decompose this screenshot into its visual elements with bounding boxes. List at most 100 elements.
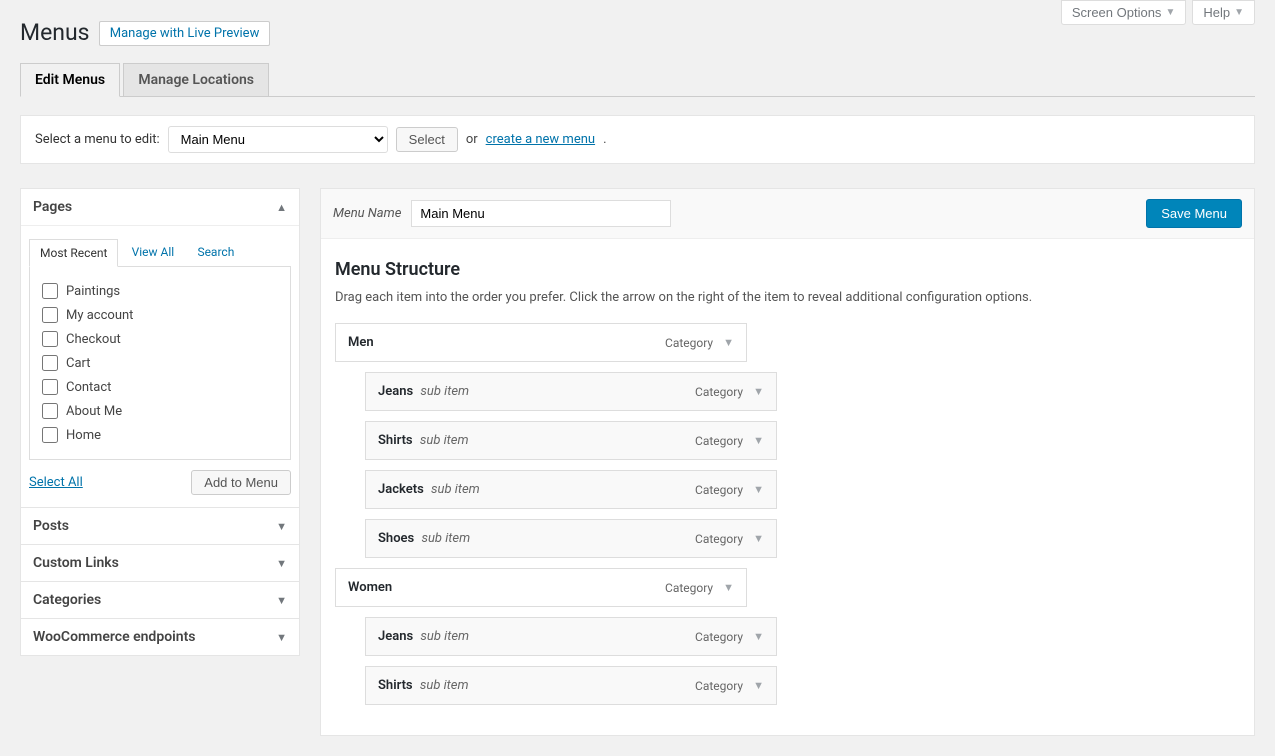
menu-item[interactable]: Shoes sub itemCategory▼: [365, 519, 777, 558]
menu-item[interactable]: Jeans sub itemCategory▼: [365, 617, 777, 656]
page-check-item[interactable]: Home: [42, 423, 278, 447]
tab-edit-menus[interactable]: Edit Menus: [20, 63, 120, 97]
menu-select[interactable]: Main Menu: [168, 126, 388, 153]
postbox-woo-header[interactable]: WooCommerce endpoints▼: [21, 619, 299, 655]
screen-options-label: Screen Options: [1072, 5, 1162, 20]
postbox-pages-title: Pages: [33, 199, 72, 215]
page-check-label: Home: [66, 428, 101, 443]
page-check-label: Contact: [66, 380, 111, 395]
menu-item[interactable]: Shirts sub itemCategory▼: [365, 421, 777, 460]
menu-item-sub: sub item: [420, 678, 469, 693]
main-header: Menu Name Save Menu: [321, 189, 1254, 239]
menu-item-title: Jackets: [378, 482, 424, 497]
caret-down-icon[interactable]: ▼: [753, 679, 764, 692]
page-check-label: Checkout: [66, 332, 121, 347]
menu-item-title: Shirts: [378, 678, 413, 693]
postbox-custom-links-header[interactable]: Custom Links ▼: [21, 545, 299, 581]
postbox-posts-title: Posts: [33, 518, 69, 534]
select-menu-label: Select a menu to edit:: [35, 132, 160, 147]
help-button[interactable]: Help▼: [1192, 0, 1255, 25]
postbox-woo: WooCommerce endpoints▼: [20, 619, 300, 656]
page-check-label: My account: [66, 308, 133, 323]
menu-name-input[interactable]: [411, 200, 671, 227]
main-panel: Menu Name Save Menu Menu Structure Drag …: [320, 188, 1255, 736]
menu-structure-title: Menu Structure: [335, 259, 1240, 280]
page-checkbox[interactable]: [42, 331, 58, 347]
page-checkbox[interactable]: [42, 379, 58, 395]
postbox-categories-header[interactable]: Categories▼: [21, 582, 299, 618]
page-check-item[interactable]: About Me: [42, 399, 278, 423]
menu-item[interactable]: Shirts sub item Category ▼: [365, 666, 777, 705]
add-to-menu-button[interactable]: Add to Menu: [191, 470, 291, 495]
page-title: Menus: [20, 10, 90, 50]
postbox-categories-title: Categories: [33, 592, 101, 608]
caret-down-icon[interactable]: ▼: [753, 532, 764, 545]
caret-down-icon: ▼: [276, 557, 287, 570]
period: .: [603, 132, 606, 147]
caret-down-icon[interactable]: ▼: [723, 336, 734, 349]
screen-options-button[interactable]: Screen Options▼: [1061, 0, 1187, 25]
menu-item[interactable]: Jackets sub itemCategory▼: [365, 470, 777, 509]
menu-item-title: Jeans: [378, 384, 413, 399]
postbox-custom-links: Custom Links ▼: [20, 545, 300, 582]
pages-checklist: Paintings My account Checkout Cart Contact Ab…: [29, 267, 291, 460]
select-all-link[interactable]: Select All: [29, 475, 83, 490]
caret-down-icon[interactable]: ▼: [753, 434, 764, 447]
page-checkbox[interactable]: [42, 355, 58, 371]
page-check-item[interactable]: My account: [42, 303, 278, 327]
caret-down-icon[interactable]: ▼: [753, 385, 764, 398]
pages-tab-search[interactable]: Search: [187, 239, 244, 265]
menu-item-type: Category: [695, 434, 743, 448]
menu-item[interactable]: Women Category ▼: [335, 568, 747, 607]
page-check-item[interactable]: Cart: [42, 351, 278, 375]
menu-item-sub: sub item: [421, 531, 470, 546]
page-check-item[interactable]: Checkout: [42, 327, 278, 351]
menu-item[interactable]: Jeans sub itemCategory▼: [365, 372, 777, 411]
page-checkbox[interactable]: [42, 427, 58, 443]
page-check-label: Paintings: [66, 284, 120, 299]
menu-item-type: Category: [665, 581, 713, 595]
menu-name-label: Menu Name: [333, 206, 401, 221]
postbox-pages-header[interactable]: Pages ▲: [21, 189, 299, 226]
page-checkbox[interactable]: [42, 307, 58, 323]
postbox-posts-header[interactable]: Posts▼: [21, 508, 299, 544]
menu-item-type: Category: [665, 336, 713, 350]
caret-up-icon: ▲: [276, 201, 287, 214]
menu-item-sub: sub item: [420, 433, 469, 448]
menu-item-sub: sub item: [420, 384, 469, 399]
pages-tab-recent[interactable]: Most Recent: [29, 239, 118, 267]
caret-down-icon: ▼: [1234, 7, 1244, 18]
save-menu-button[interactable]: Save Menu: [1146, 199, 1242, 228]
page-check-label: Cart: [66, 356, 91, 371]
postbox-custom-links-title: Custom Links: [33, 555, 119, 571]
menu-item-title: Shoes: [378, 531, 414, 546]
live-preview-button[interactable]: Manage with Live Preview: [99, 21, 271, 46]
pages-tab-nav: Most Recent View All Search: [29, 238, 291, 267]
postbox-pages: Pages ▲ Most Recent View All Search Pain…: [20, 188, 300, 508]
menu-item-type: Category: [695, 630, 743, 644]
or-text: or: [466, 132, 478, 147]
caret-down-icon[interactable]: ▼: [753, 483, 764, 496]
menu-item-sub: sub item: [420, 629, 469, 644]
page-checkbox[interactable]: [42, 403, 58, 419]
menu-item-title: Women: [348, 580, 392, 595]
select-button[interactable]: Select: [396, 127, 458, 152]
page-check-item[interactable]: Contact: [42, 375, 278, 399]
postbox-posts: Posts▼: [20, 508, 300, 545]
menu-selector-bar: Select a menu to edit: Main Menu Select …: [20, 115, 1255, 164]
menu-item[interactable]: MenCategory▼: [335, 323, 747, 362]
postbox-categories: Categories▼: [20, 582, 300, 619]
caret-down-icon: ▼: [276, 631, 287, 644]
caret-down-icon: ▼: [1165, 7, 1175, 18]
create-new-menu-link[interactable]: create a new menu: [486, 132, 595, 147]
page-checkbox[interactable]: [42, 283, 58, 299]
caret-down-icon[interactable]: ▼: [723, 581, 734, 594]
menu-item-type: Category: [695, 679, 743, 693]
page-check-item[interactable]: Paintings: [42, 279, 278, 303]
sidebar: Pages ▲ Most Recent View All Search Pain…: [20, 188, 300, 656]
tab-manage-locations[interactable]: Manage Locations: [123, 63, 269, 96]
caret-down-icon[interactable]: ▼: [753, 630, 764, 643]
menu-item-sub: sub item: [431, 482, 480, 497]
nav-tab-wrapper: Edit Menus Manage Locations: [20, 62, 1255, 97]
pages-tab-viewall[interactable]: View All: [122, 239, 185, 265]
